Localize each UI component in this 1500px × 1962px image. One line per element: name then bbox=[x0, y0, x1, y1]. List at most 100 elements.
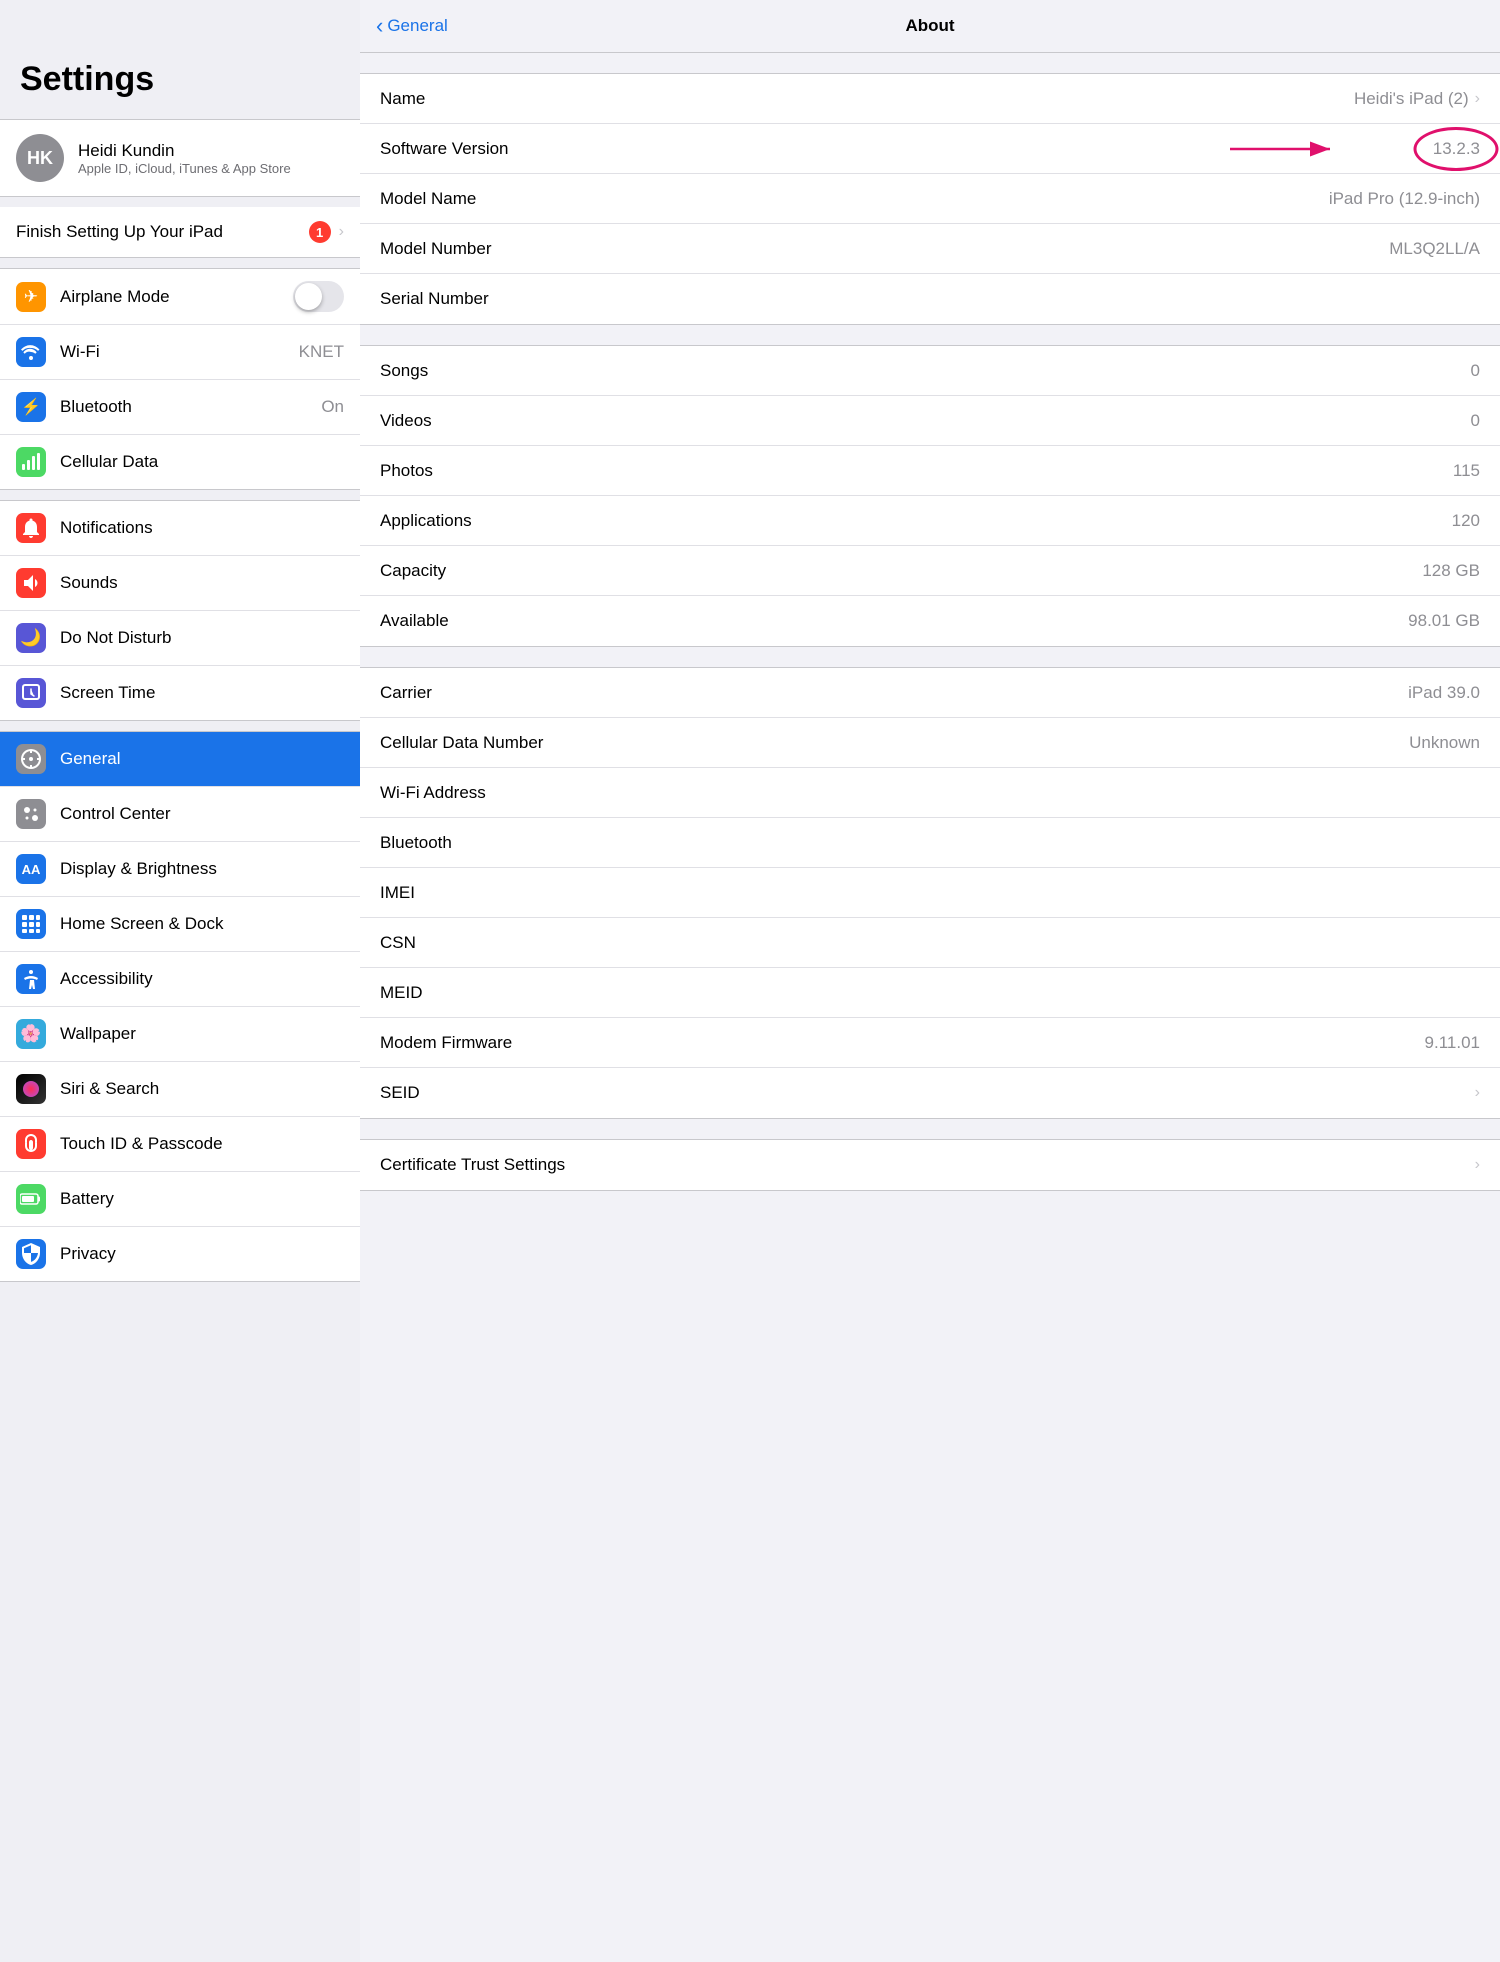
finish-setup-label: Finish Setting Up Your iPad bbox=[16, 222, 309, 242]
sidebar-item-do-not-disturb[interactable]: 🌙 Do Not Disturb bbox=[0, 611, 360, 666]
row-value-model-number: ML3Q2LL/A bbox=[1389, 239, 1480, 259]
row-value-songs: 0 bbox=[1471, 361, 1480, 381]
row-value-software-version: 13.2.3 bbox=[1433, 139, 1480, 159]
finish-setup-row[interactable]: Finish Setting Up Your iPad 1 › bbox=[0, 207, 360, 258]
nav-back-button[interactable]: ‹ General bbox=[376, 13, 448, 39]
airplane-mode-icon: ✈ bbox=[16, 282, 46, 312]
display-brightness-label: Display & Brightness bbox=[60, 859, 344, 879]
row-label-applications: Applications bbox=[380, 511, 1452, 531]
wifi-icon bbox=[16, 337, 46, 367]
screen-time-label: Screen Time bbox=[60, 683, 344, 703]
table-row-photos: Photos 115 bbox=[360, 446, 1500, 496]
row-value-carrier: iPad 39.0 bbox=[1408, 683, 1480, 703]
sounds-label: Sounds bbox=[60, 573, 344, 593]
table-row-bluetooth: Bluetooth bbox=[360, 818, 1500, 868]
home-screen-icon bbox=[16, 909, 46, 939]
sidebar-item-wallpaper[interactable]: 🌸 Wallpaper bbox=[0, 1007, 360, 1062]
do-not-disturb-label: Do Not Disturb bbox=[60, 628, 344, 648]
row-label-model-name: Model Name bbox=[380, 189, 1329, 209]
table-row-software-version: Software Version 13.2.3 bbox=[360, 124, 1500, 174]
sidebar-item-general[interactable]: General bbox=[0, 732, 360, 787]
sidebar-item-sounds[interactable]: Sounds bbox=[0, 556, 360, 611]
sidebar-title: Settings bbox=[0, 0, 360, 119]
row-value-available: 98.01 GB bbox=[1408, 611, 1480, 631]
user-subtitle: Apple ID, iCloud, iTunes & App Store bbox=[78, 161, 291, 176]
user-profile[interactable]: HK Heidi Kundin Apple ID, iCloud, iTunes… bbox=[0, 119, 360, 197]
sidebar-group-2: Notifications Sounds 🌙 Do Not Disturb Sc… bbox=[0, 500, 360, 721]
row-value-modem-firmware: 9.11.01 bbox=[1425, 1033, 1480, 1053]
touch-id-icon bbox=[16, 1129, 46, 1159]
cellular-label: Cellular Data bbox=[60, 452, 344, 472]
sidebar-item-battery[interactable]: Battery bbox=[0, 1172, 360, 1227]
row-label-seid: SEID bbox=[380, 1083, 1469, 1103]
siri-label: Siri & Search bbox=[60, 1079, 344, 1099]
table-row-certificate-trust[interactable]: Certificate Trust Settings › bbox=[360, 1140, 1500, 1190]
sidebar-item-wifi[interactable]: Wi-Fi KNET bbox=[0, 325, 360, 380]
sidebar-item-control-center[interactable]: Control Center bbox=[0, 787, 360, 842]
nav-title: About bbox=[905, 16, 954, 36]
pink-arrow-annotation bbox=[1220, 129, 1360, 169]
row-label-cellular-data-number: Cellular Data Number bbox=[380, 733, 1409, 753]
sidebar-item-airplane-mode[interactable]: ✈ Airplane Mode bbox=[0, 269, 360, 325]
battery-label: Battery bbox=[60, 1189, 344, 1209]
do-not-disturb-icon: 🌙 bbox=[16, 623, 46, 653]
row-label-name: Name bbox=[380, 89, 1354, 109]
content-area: Name Heidi's iPad (2) › Software Version bbox=[360, 73, 1500, 1191]
touch-id-label: Touch ID & Passcode bbox=[60, 1134, 344, 1154]
row-value-photos: 115 bbox=[1453, 461, 1480, 481]
about-group-2: Songs 0 Videos 0 Photos 115 Applications… bbox=[360, 345, 1500, 647]
general-label: General bbox=[60, 749, 344, 769]
row-label-available: Available bbox=[380, 611, 1408, 631]
table-row-songs: Songs 0 bbox=[360, 346, 1500, 396]
user-info: Heidi Kundin Apple ID, iCloud, iTunes & … bbox=[78, 141, 291, 176]
row-label-meid: MEID bbox=[380, 983, 1480, 1003]
siri-icon bbox=[16, 1074, 46, 1104]
avatar: HK bbox=[16, 134, 64, 182]
bluetooth-label: Bluetooth bbox=[60, 397, 321, 417]
home-screen-label: Home Screen & Dock bbox=[60, 914, 344, 934]
sounds-icon bbox=[16, 568, 46, 598]
row-label-videos: Videos bbox=[380, 411, 1471, 431]
user-name: Heidi Kundin bbox=[78, 141, 291, 161]
sidebar: Settings HK Heidi Kundin Apple ID, iClou… bbox=[0, 0, 360, 1962]
control-center-icon bbox=[16, 799, 46, 829]
cellular-icon bbox=[16, 447, 46, 477]
table-row-meid: MEID bbox=[360, 968, 1500, 1018]
row-label-photos: Photos bbox=[380, 461, 1453, 481]
finish-setup-chevron: › bbox=[339, 223, 344, 241]
finish-setup-badge: 1 bbox=[309, 221, 331, 243]
sidebar-item-screen-time[interactable]: Screen Time bbox=[0, 666, 360, 720]
wallpaper-label: Wallpaper bbox=[60, 1024, 344, 1044]
sidebar-item-privacy[interactable]: Privacy bbox=[0, 1227, 360, 1281]
sidebar-item-notifications[interactable]: Notifications bbox=[0, 501, 360, 556]
row-label-bluetooth: Bluetooth bbox=[380, 833, 1480, 853]
table-row-capacity: Capacity 128 GB bbox=[360, 546, 1500, 596]
row-label-model-number: Model Number bbox=[380, 239, 1389, 259]
display-brightness-icon: AA bbox=[16, 854, 46, 884]
name-chevron-icon: › bbox=[1475, 90, 1480, 108]
table-row-videos: Videos 0 bbox=[360, 396, 1500, 446]
table-row-serial-number: Serial Number bbox=[360, 274, 1500, 324]
battery-icon bbox=[16, 1184, 46, 1214]
sidebar-item-accessibility[interactable]: Accessibility bbox=[0, 952, 360, 1007]
row-value-applications: 120 bbox=[1452, 511, 1480, 531]
privacy-icon bbox=[16, 1239, 46, 1269]
sidebar-item-display-brightness[interactable]: AA Display & Brightness bbox=[0, 842, 360, 897]
table-row-wifi-address: Wi-Fi Address bbox=[360, 768, 1500, 818]
sidebar-item-siri[interactable]: Siri & Search bbox=[0, 1062, 360, 1117]
row-label-csn: CSN bbox=[380, 933, 1480, 953]
row-value-model-name: iPad Pro (12.9-inch) bbox=[1329, 189, 1480, 209]
table-row-model-number: Model Number ML3Q2LL/A bbox=[360, 224, 1500, 274]
airplane-mode-toggle[interactable] bbox=[293, 281, 344, 312]
sidebar-item-bluetooth[interactable]: ⚡ Bluetooth On bbox=[0, 380, 360, 435]
accessibility-icon bbox=[16, 964, 46, 994]
sidebar-item-cellular[interactable]: Cellular Data bbox=[0, 435, 360, 489]
nav-back-label: General bbox=[387, 16, 447, 36]
sidebar-item-touch-id[interactable]: Touch ID & Passcode bbox=[0, 1117, 360, 1172]
table-row-modem-firmware: Modem Firmware 9.11.01 bbox=[360, 1018, 1500, 1068]
table-row[interactable]: Name Heidi's iPad (2) › bbox=[360, 74, 1500, 124]
nav-bar: ‹ General About bbox=[360, 0, 1500, 53]
table-row-seid[interactable]: SEID › bbox=[360, 1068, 1500, 1118]
screen-time-icon bbox=[16, 678, 46, 708]
sidebar-item-home-screen[interactable]: Home Screen & Dock bbox=[0, 897, 360, 952]
